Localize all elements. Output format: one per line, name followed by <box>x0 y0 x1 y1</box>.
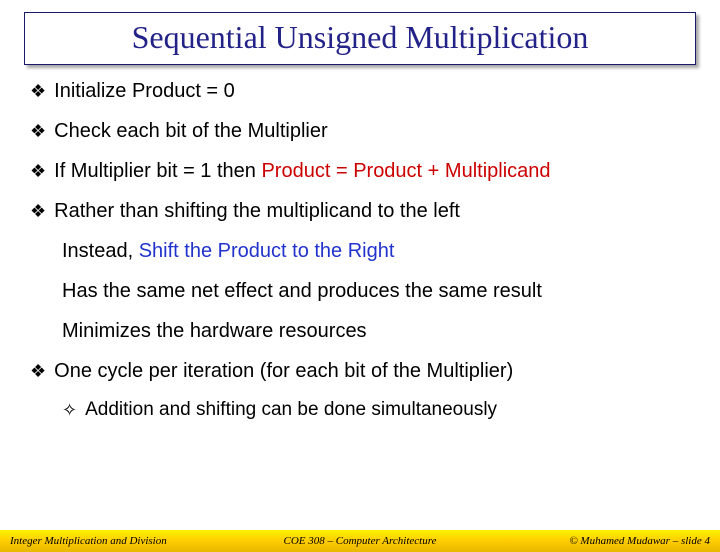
bullet-text-emphasis: Product = Product + Multiplicand <box>261 160 550 182</box>
bullet-item: ❖ If Multiplier bit = 1 then Product = P… <box>30 159 690 183</box>
sub-item: Instead, Shift the Product to the Right <box>30 239 690 263</box>
bullet-item: ❖ Initialize Product = 0 <box>30 79 690 103</box>
bullet-item: ❖ Check each bit of the Multiplier <box>30 119 690 143</box>
bullet-icon: ❖ <box>30 79 46 103</box>
bullet-text: Initialize Product = 0 <box>54 79 235 103</box>
footer-right: © Muhamed Mudawar – slide 4 <box>477 535 710 547</box>
slide-body: ❖ Initialize Product = 0 ❖ Check each bi… <box>0 65 720 422</box>
sub-bullet-icon: ✧ <box>62 399 77 422</box>
sub-item: Minimizes the hardware resources <box>30 319 690 343</box>
sub-text-emphasis: Shift the Product to the Right <box>139 240 395 262</box>
slide-footer: Integer Multiplication and Division COE … <box>0 530 720 552</box>
footer-left: Integer Multiplication and Division <box>10 535 243 547</box>
sub-item: Has the same net effect and produces the… <box>30 279 690 303</box>
bullet-icon: ❖ <box>30 199 46 223</box>
bullet-item: ❖ One cycle per iteration (for each bit … <box>30 359 690 383</box>
bullet-text: One cycle per iteration (for each bit of… <box>54 359 513 383</box>
sub2-item: ✧ Addition and shifting can be done simu… <box>30 399 690 422</box>
bullet-text: If Multiplier bit = 1 then Product = Pro… <box>54 159 550 183</box>
bullet-text: Rather than shifting the multiplicand to… <box>54 199 460 223</box>
bullet-item: ❖ Rather than shifting the multiplicand … <box>30 199 690 223</box>
bullet-text-prefix: If Multiplier bit = 1 then <box>54 160 261 182</box>
bullet-text: Check each bit of the Multiplier <box>54 119 327 143</box>
sub-text-prefix: Instead, <box>62 240 139 262</box>
slide-title: Sequential Unsigned Multiplication <box>35 19 685 56</box>
bullet-icon: ❖ <box>30 359 46 383</box>
bullet-icon: ❖ <box>30 119 46 143</box>
footer-center: COE 308 – Computer Architecture <box>243 535 476 547</box>
slide-title-box: Sequential Unsigned Multiplication <box>24 12 696 65</box>
sub2-text: Addition and shifting can be done simult… <box>85 399 497 421</box>
bullet-icon: ❖ <box>30 159 46 183</box>
